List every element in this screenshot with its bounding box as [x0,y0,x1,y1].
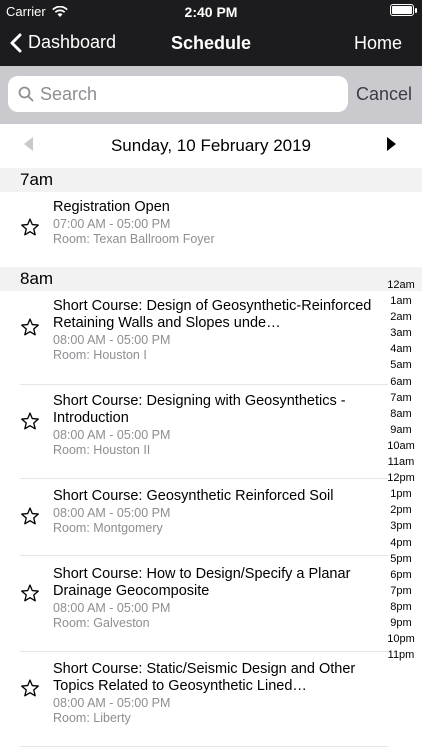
date-selector: Sunday, 10 February 2019 [0,124,422,168]
navigation-bar: Dashboard Schedule Home [0,22,422,66]
star-icon[interactable] [20,317,40,337]
index-item[interactable]: 11am [384,454,418,470]
session-title: Short Course: Static/Seismic Design and … [53,661,356,694]
time-index[interactable]: 12am 1am 2am 3am 4am 5am 6am 7am 8am 9am… [384,277,418,663]
session-room: Room: Texan Ballroom Foyer [53,232,215,246]
index-item[interactable]: 7am [384,390,418,406]
index-item[interactable]: 12pm [384,470,418,486]
divider [20,746,388,747]
session-room: Room: Montgomery [53,521,163,535]
index-item[interactable]: 6pm [384,567,418,583]
index-item[interactable]: 8am [384,406,418,422]
index-item[interactable]: 10pm [384,631,418,647]
home-button[interactable]: Home [354,33,402,54]
index-item[interactable]: 11pm [384,647,418,663]
search-field[interactable] [8,76,348,112]
session-time: 07:00 AM - 05:00 PM [53,217,171,231]
list-item[interactable]: Short Course: How to Design/Specify a Pl… [0,556,388,651]
index-item[interactable]: 5am [384,357,418,373]
session-room: Room: Houston II [53,443,151,457]
session-room: Room: Houston I [53,348,147,362]
top-bar: Carrier 2:40 PM Dashboard Schedule Home [0,0,422,66]
index-item[interactable]: 8pm [384,599,418,615]
session-room: Room: Liberty [53,711,131,725]
list-item[interactable]: Short Course: Static/Seismic Design and … [0,652,388,750]
session-time: 08:00 AM - 05:00 PM [53,428,171,442]
index-item[interactable]: 9am [384,422,418,438]
section-header-8am: 8am [0,267,422,291]
session-room: Room: Galveston [53,616,150,630]
index-item[interactable]: 9pm [384,615,418,631]
battery-icon [390,4,417,16]
status-time: 2:40 PM [184,4,238,20]
session-time: 08:00 AM - 05:00 PM [53,333,171,347]
next-day-icon[interactable] [387,137,396,151]
session-title: Short Course: Designing with Geosyntheti… [53,393,346,426]
list-item[interactable]: Short Course: Designing with Geosyntheti… [0,385,388,478]
index-item[interactable]: 1pm [384,486,418,502]
index-item[interactable]: 3am [384,325,418,341]
cancel-button[interactable]: Cancel [356,84,412,105]
search-bar: Cancel [0,66,422,124]
session-title: Short Course: Geosynthetic Reinforced So… [53,488,334,504]
index-item[interactable]: 7pm [384,583,418,599]
search-icon [18,86,34,102]
date-label: Sunday, 10 February 2019 [110,136,312,155]
index-item[interactable]: 6am [384,374,418,390]
star-icon[interactable] [20,506,40,526]
star-icon[interactable] [20,217,40,237]
index-item[interactable]: 4am [384,341,418,357]
status-bar: Carrier 2:40 PM [0,0,422,22]
section-header-7am: 7am [0,168,422,192]
index-item[interactable]: 2am [384,309,418,325]
index-item[interactable]: 5pm [384,551,418,567]
index-item[interactable]: 10am [384,438,418,454]
index-item[interactable]: 12am [384,277,418,293]
session-title: Short Course: How to Design/Specify a Pl… [53,566,351,599]
session-time: 08:00 AM - 05:00 PM [53,696,171,710]
session-title: Short Course: Design of Geosynthetic-Rei… [53,298,372,331]
list-item[interactable]: Short Course: Design of Geosynthetic-Rei… [0,291,388,384]
index-item[interactable]: 1am [384,293,418,309]
list-item[interactable]: Registration Open 07:00 AM - 05:00 PM Ro… [0,192,388,260]
index-item[interactable]: 4pm [384,535,418,551]
session-time: 08:00 AM - 05:00 PM [53,506,171,520]
star-icon[interactable] [20,678,40,698]
index-item[interactable]: 3pm [384,518,418,534]
session-title: Registration Open [53,199,170,215]
star-icon[interactable] [20,411,40,431]
session-time: 08:00 AM - 05:00 PM [53,601,171,615]
star-icon[interactable] [20,583,40,603]
index-item[interactable]: 2pm [384,502,418,518]
search-input[interactable] [40,83,330,105]
list-item[interactable]: Short Course: Geosynthetic Reinforced So… [0,479,388,555]
